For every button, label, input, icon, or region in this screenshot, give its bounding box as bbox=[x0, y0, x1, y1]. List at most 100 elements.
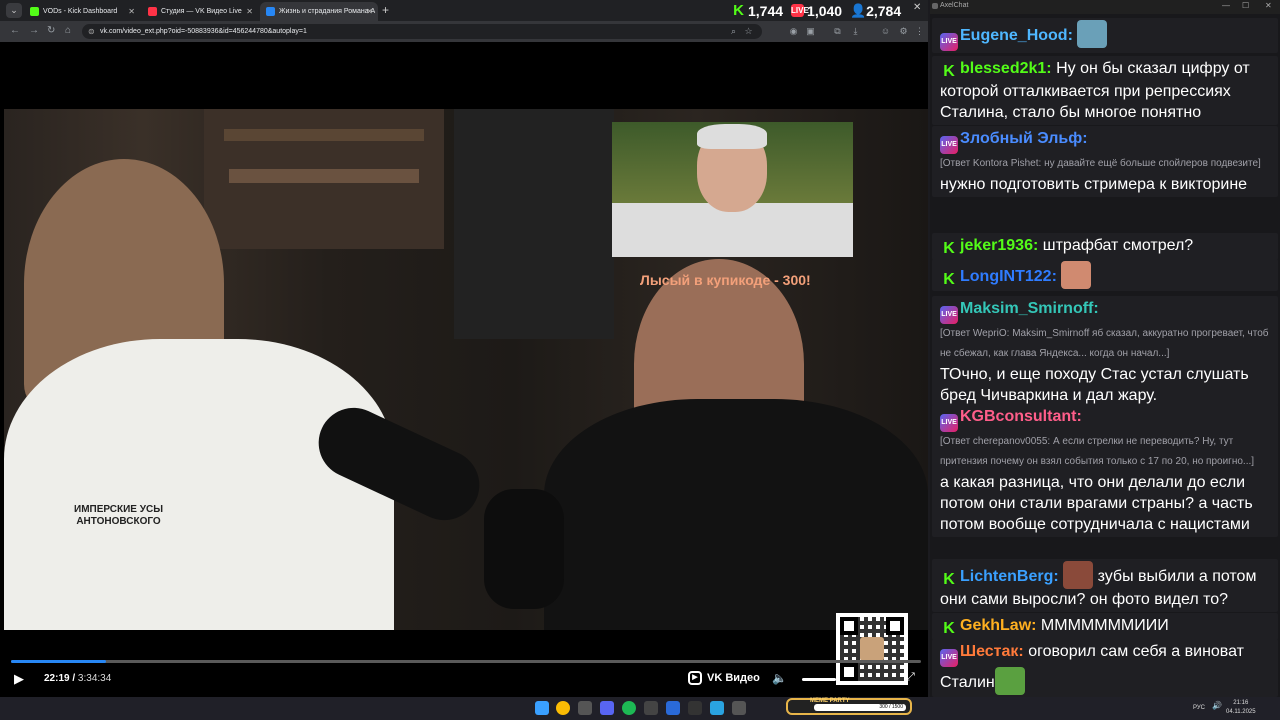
chat-message: K LongINT122: bbox=[932, 259, 1278, 291]
close-tab-icon[interactable]: ✕ bbox=[128, 2, 135, 21]
video-player[interactable]: ИМПЕРСКИЕ УСЫ АНТОНОВСКОГО Лысый в купик… bbox=[4, 109, 928, 630]
chat-username[interactable]: KGBconsultant: bbox=[960, 408, 1082, 425]
counter-value: 1,744 bbox=[748, 2, 784, 19]
vk-live-badge-icon: LIVE bbox=[940, 33, 958, 51]
back-icon[interactable]: ← bbox=[10, 25, 20, 36]
download-icon[interactable]: ⤓ bbox=[850, 26, 861, 37]
extension-icon[interactable]: ▣ bbox=[805, 26, 816, 37]
chat-window: AxelChat — ☐ ✕ LIVE Eugene_Hood: Kblessed… bbox=[930, 0, 1280, 697]
forward-icon[interactable]: → bbox=[29, 25, 39, 36]
chat-username[interactable]: blessed2k1: bbox=[960, 60, 1052, 77]
chat-message-text: ТОчно, и еще походу Стас устал слушать б… bbox=[940, 366, 1249, 404]
start-icon[interactable] bbox=[535, 701, 549, 715]
spotify-icon[interactable] bbox=[622, 701, 636, 715]
url-input[interactable]: ⊜ vk.com/video_ext.php?oid=-50883936&id=… bbox=[82, 24, 762, 39]
emote-icon bbox=[994, 667, 1025, 695]
tab-bar: ⌄ VODs - Kick Dashboard ✕ Студия — VK Вид… bbox=[0, 0, 928, 21]
overlay-caption: Лысый в купикоде - 300! bbox=[640, 272, 811, 288]
overlay-webcam bbox=[612, 122, 853, 257]
discord-icon[interactable] bbox=[600, 701, 614, 715]
qr-finder bbox=[840, 663, 858, 681]
chrome-icon[interactable] bbox=[556, 701, 570, 715]
shirt-print: ИМПЕРСКИЕ УСЫ АНТОНОВСКОГО bbox=[74, 504, 163, 528]
play-icon[interactable]: ▶ bbox=[14, 671, 24, 687]
kick-badge-icon: K bbox=[943, 571, 955, 588]
app-icon[interactable] bbox=[578, 701, 592, 715]
chat-username[interactable]: LichtenBerg: bbox=[960, 568, 1059, 585]
chat-username[interactable]: GekhLaw: bbox=[960, 617, 1036, 634]
chat-username[interactable]: Maksim_Smirnoff: bbox=[960, 300, 1099, 317]
obs-icon[interactable] bbox=[688, 701, 702, 715]
extension-icon[interactable]: ◉ bbox=[788, 26, 799, 37]
home-icon[interactable]: ⌂ bbox=[65, 25, 71, 36]
extensions-puzzle-icon[interactable]: ⧉ bbox=[832, 26, 843, 37]
app-icon bbox=[932, 3, 938, 9]
emote-icon bbox=[1061, 261, 1092, 289]
close-window-icon[interactable]: ✕ bbox=[913, 2, 921, 13]
maximize-icon[interactable]: ☐ bbox=[1242, 1, 1249, 10]
new-tab-icon[interactable]: + bbox=[382, 3, 389, 17]
vk-video-logo-icon: ▶ bbox=[688, 671, 702, 685]
kick-badge-icon: K bbox=[943, 63, 955, 80]
kick-viewer-counter: K 1,744 bbox=[732, 3, 783, 19]
microphone bbox=[484, 489, 564, 609]
duration: 3:34:34 bbox=[77, 673, 112, 684]
tab-search-button[interactable]: ⌄ bbox=[6, 3, 22, 18]
qr-logo bbox=[860, 637, 884, 661]
app-icon[interactable] bbox=[732, 701, 746, 715]
kick-badge-icon: K bbox=[943, 240, 955, 257]
chat-message: K GekhLaw: МММММММИИИ bbox=[932, 613, 1278, 640]
fullscreen-icon[interactable]: ⤢ bbox=[906, 671, 915, 684]
meme-party-widget: MEME PARTY 300 / 1500 bbox=[786, 698, 912, 715]
chat-window-title: AxelChat bbox=[940, 2, 969, 9]
volume-icon[interactable]: 🔈 bbox=[772, 671, 787, 685]
steam-icon[interactable] bbox=[666, 701, 680, 715]
tab-vk-studio[interactable]: Студия — VK Видео Live ✕ bbox=[142, 2, 258, 21]
progress-fill bbox=[11, 660, 106, 663]
time-display: 22:19 / 3:34:34 bbox=[44, 673, 112, 684]
app-icon[interactable] bbox=[644, 701, 658, 715]
minimize-icon[interactable]: — bbox=[1222, 1, 1230, 10]
settings-icon[interactable]: ⚙ bbox=[898, 26, 909, 37]
chat-username[interactable]: Шестак: bbox=[960, 643, 1024, 660]
site-info-icon[interactable]: ⊜ bbox=[88, 24, 95, 39]
chat-message: LIVE Злобный Эльф: [Ответ Kontora Pishet:… bbox=[932, 126, 1278, 197]
chat-username[interactable]: jeker1936: bbox=[960, 237, 1038, 254]
close-tab-icon[interactable]: ✕ bbox=[366, 2, 373, 21]
tab-label: Жизнь и страдания Романа А bbox=[279, 8, 376, 15]
tab-active-video[interactable]: Жизнь и страдания Романа А ✕ bbox=[260, 2, 378, 21]
chat-username[interactable]: LongINT122: bbox=[960, 268, 1057, 285]
qr-finder bbox=[840, 617, 858, 635]
chat-message: K LichtenBerg: зубы выбили а потом они са… bbox=[932, 559, 1278, 612]
chat-username[interactable]: Злобный Эльф: bbox=[960, 130, 1088, 147]
volume-tray-icon[interactable]: 🔊 bbox=[1212, 701, 1226, 715]
kick-badge-icon: K bbox=[943, 620, 955, 637]
chat-username[interactable]: Eugene_Hood: bbox=[960, 27, 1073, 44]
stream-counters: K 1,744 LIVE 1,040 👤 2,784 bbox=[728, 0, 906, 21]
chat-message: LIVE Maksim_Smirnoff: [Ответ WepriO: Maks… bbox=[932, 296, 1278, 408]
close-icon[interactable]: ✕ bbox=[1265, 1, 1272, 10]
clock[interactable]: 21:16 04.11.2025 bbox=[1226, 699, 1256, 717]
profile-icon[interactable]: ☺ bbox=[880, 26, 891, 37]
language-indicator[interactable]: РУС bbox=[1193, 705, 1205, 711]
reload-icon[interactable]: ↻ bbox=[47, 25, 55, 36]
progress-bar[interactable] bbox=[11, 660, 921, 663]
volume-slider[interactable] bbox=[802, 678, 836, 681]
vk-video-label: VK Видео bbox=[707, 672, 760, 684]
viewers-icon: 👤 bbox=[850, 3, 867, 18]
menu-icon[interactable]: ⋮ bbox=[914, 26, 925, 37]
tab-kick-dashboard[interactable]: VODs - Kick Dashboard ✕ bbox=[24, 2, 140, 21]
vk-live-icon: LIVE bbox=[791, 4, 809, 17]
meme-count: 300 / 1500 bbox=[879, 704, 903, 710]
chat-message-text: МММММММИИИ bbox=[1040, 617, 1169, 634]
close-tab-icon[interactable]: ✕ bbox=[246, 2, 253, 21]
vk-video-brand[interactable]: ▶ VK Видео bbox=[688, 671, 760, 685]
emote-icon bbox=[1063, 561, 1094, 589]
url-text: vk.com/video_ext.php?oid=-50883936&id=45… bbox=[100, 28, 307, 35]
kick-favicon-icon bbox=[30, 6, 39, 16]
telegram-icon[interactable] bbox=[710, 701, 724, 715]
qr-code bbox=[836, 613, 908, 685]
bookmark-star-icon[interactable]: ☆ bbox=[743, 26, 754, 37]
zoom-icon[interactable]: ⌕ bbox=[728, 26, 739, 37]
meme-party-progress: 300 / 1500 bbox=[814, 704, 906, 711]
